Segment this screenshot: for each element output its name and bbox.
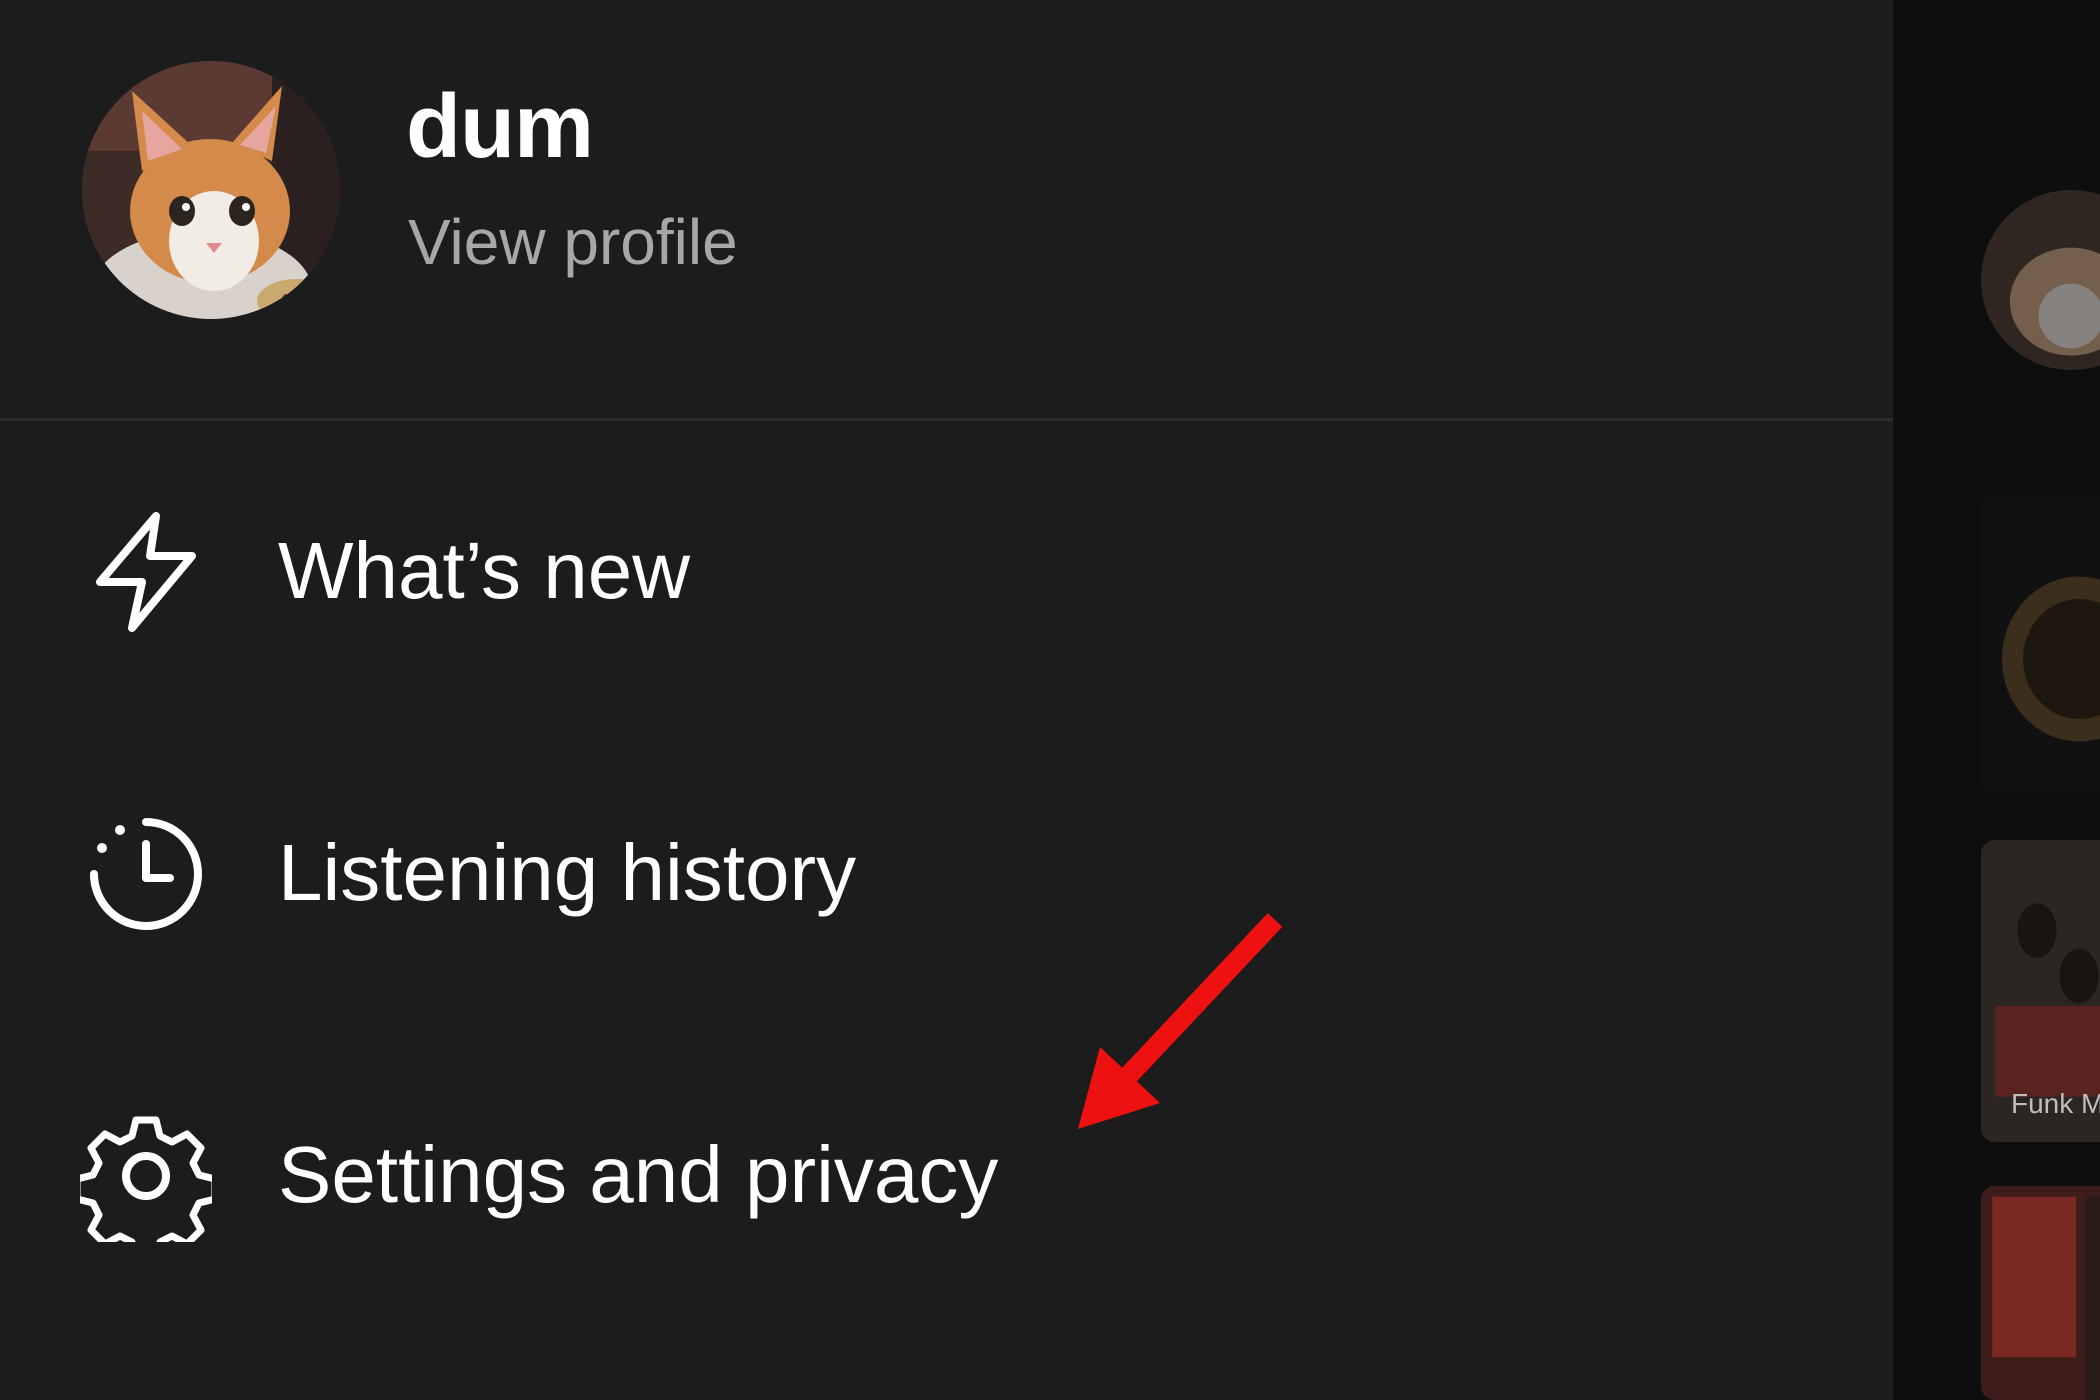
history-clock-icon [80,808,212,940]
app-screen: Funk M dum View profile What’s new Liste… [0,0,2100,1400]
kitten-avatar-image [82,61,340,319]
menu-item-settings-and-privacy[interactable]: Settings and privacy [0,1080,1893,1280]
background-album-card [1981,1186,2100,1400]
menu-item-whats-new[interactable]: What’s new [0,476,1893,676]
background-card-caption: Funk M [2011,1088,2100,1119]
gear-icon [80,1110,212,1242]
background-home-content: Funk M [1893,0,2100,1400]
background-avatar [1981,190,2100,370]
profile-name: dum [406,77,594,177]
divider [0,418,1893,421]
menu-item-listening-history[interactable]: Listening history [0,778,1893,978]
profile-avatar [82,61,340,319]
menu-item-label: Settings and privacy [278,1130,999,1219]
side-drawer: dum View profile What’s new Listening hi… [0,0,1893,1400]
view-profile-link[interactable]: View profile [408,210,738,274]
lightning-bolt-icon [80,506,212,638]
background-album-card: Funk M [1981,840,2100,1142]
menu-item-label: What’s new [278,526,691,615]
profile-header[interactable]: dum View profile [0,0,1893,418]
menu-item-label: Listening history [278,828,857,917]
background-album-card [1981,494,2100,794]
